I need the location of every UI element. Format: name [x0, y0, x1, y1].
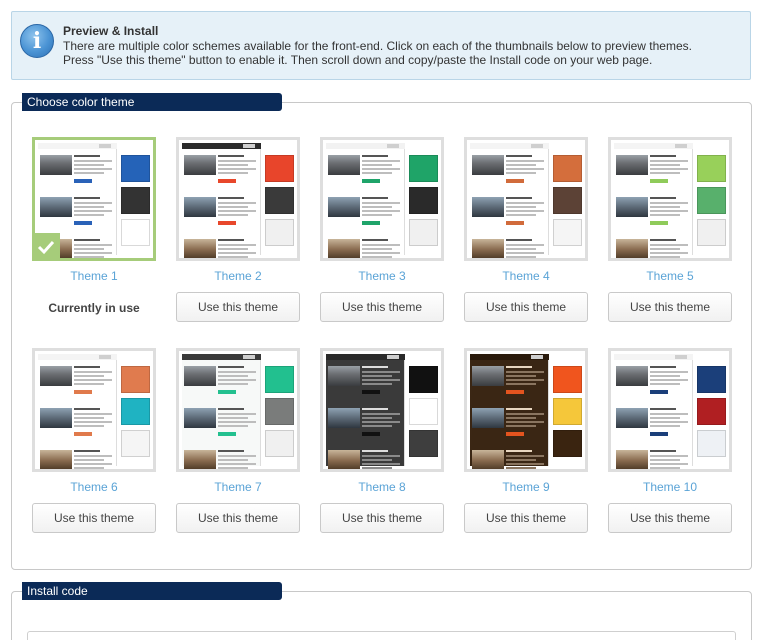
color-swatch — [265, 398, 294, 425]
use-theme-button-2[interactable]: Use this theme — [176, 292, 300, 322]
info-panel: i Preview & Install There are multiple c… — [11, 11, 751, 80]
info-title: Preview & Install — [63, 24, 159, 38]
theme-label[interactable]: Theme 3 — [320, 269, 444, 283]
theme-label[interactable]: Theme 2 — [176, 269, 300, 283]
theme-label[interactable]: Theme 8 — [320, 480, 444, 494]
color-swatches — [697, 366, 726, 462]
color-swatch — [409, 219, 438, 246]
color-swatch — [121, 155, 150, 182]
color-swatches — [409, 155, 438, 251]
color-swatch — [265, 430, 294, 457]
thumbnail-preview — [326, 143, 405, 258]
info-line-1: There are multiple color schemes availab… — [63, 39, 692, 53]
use-theme-button-9[interactable]: Use this theme — [464, 503, 588, 533]
color-swatches — [121, 155, 150, 251]
theme-thumbnail-6[interactable] — [32, 348, 156, 472]
color-swatch — [553, 219, 582, 246]
color-swatch — [409, 366, 438, 393]
use-theme-button-8[interactable]: Use this theme — [320, 503, 444, 533]
theme-thumbnail-10[interactable] — [608, 348, 732, 472]
color-swatches — [553, 155, 582, 251]
use-theme-button-6[interactable]: Use this theme — [32, 503, 156, 533]
theme-thumbnail-5[interactable] — [608, 137, 732, 261]
theme-thumbnail-9[interactable] — [464, 348, 588, 472]
currently-in-use-label: Currently in use — [48, 301, 140, 315]
color-swatch — [697, 219, 726, 246]
theme-card-8: Theme 8 Use this theme — [320, 348, 444, 533]
info-icon: i — [20, 24, 54, 58]
theme-label[interactable]: Theme 4 — [464, 269, 588, 283]
thumbnail-preview — [614, 143, 693, 258]
thumbnail-preview — [182, 354, 261, 469]
theme-card-3: Theme 3 Use this theme — [320, 137, 444, 322]
thumbnail-preview — [470, 354, 549, 469]
thumbnail-preview — [182, 143, 261, 258]
theme-thumbnail-4[interactable] — [464, 137, 588, 261]
theme-card-4: Theme 4 Use this theme — [464, 137, 588, 322]
theme-card-2: Theme 2 Use this theme — [176, 137, 300, 322]
thumbnail-preview — [38, 354, 117, 469]
use-theme-button-3[interactable]: Use this theme — [320, 292, 444, 322]
color-swatch — [121, 398, 150, 425]
use-theme-button-7[interactable]: Use this theme — [176, 503, 300, 533]
use-theme-button-5[interactable]: Use this theme — [608, 292, 732, 322]
color-swatch — [697, 398, 726, 425]
color-swatches — [265, 155, 294, 251]
color-swatch — [697, 430, 726, 457]
theme-thumbnail-7[interactable] — [176, 348, 300, 472]
color-swatch — [697, 366, 726, 393]
color-swatches — [409, 366, 438, 462]
color-swatch — [553, 155, 582, 182]
checkmark-icon — [35, 233, 60, 258]
color-swatch — [553, 430, 582, 457]
info-line-2: Press "Use this theme" button to enable … — [63, 53, 653, 67]
color-swatch — [409, 155, 438, 182]
color-swatch — [409, 187, 438, 214]
color-swatch — [409, 398, 438, 425]
thumbnail-preview — [326, 354, 405, 469]
theme-card-1: Theme 1 Currently in use — [32, 137, 156, 315]
color-swatch — [265, 155, 294, 182]
choose-theme-header: Choose color theme — [22, 93, 282, 111]
color-swatch — [265, 187, 294, 214]
install-code-header: Install code — [22, 582, 282, 600]
install-code-field[interactable] — [27, 631, 736, 640]
use-theme-button-10[interactable]: Use this theme — [608, 503, 732, 533]
theme-card-5: Theme 5 Use this theme — [608, 137, 732, 322]
color-swatch — [697, 187, 726, 214]
color-swatch — [553, 187, 582, 214]
theme-card-10: Theme 10 Use this theme — [608, 348, 732, 533]
thumbnail-preview — [614, 354, 693, 469]
theme-label[interactable]: Theme 1 — [32, 269, 156, 283]
color-swatch — [553, 398, 582, 425]
color-swatch — [265, 366, 294, 393]
use-theme-button-4[interactable]: Use this theme — [464, 292, 588, 322]
color-swatch — [121, 187, 150, 214]
theme-thumbnail-8[interactable] — [320, 348, 444, 472]
theme-label[interactable]: Theme 6 — [32, 480, 156, 494]
color-swatches — [697, 155, 726, 251]
theme-thumbnail-3[interactable] — [320, 137, 444, 261]
thumbnail-preview — [470, 143, 549, 258]
theme-label[interactable]: Theme 5 — [608, 269, 732, 283]
color-swatch — [121, 219, 150, 246]
theme-card-7: Theme 7 Use this theme — [176, 348, 300, 533]
theme-label[interactable]: Theme 9 — [464, 480, 588, 494]
color-swatches — [553, 366, 582, 462]
color-swatch — [121, 366, 150, 393]
theme-label[interactable]: Theme 7 — [176, 480, 300, 494]
color-swatch — [697, 155, 726, 182]
color-swatches — [265, 366, 294, 462]
color-swatches — [121, 366, 150, 462]
theme-card-9: Theme 9 Use this theme — [464, 348, 588, 533]
color-swatch — [121, 430, 150, 457]
info-description: There are multiple color schemes availab… — [63, 39, 743, 67]
theme-label[interactable]: Theme 10 — [608, 480, 732, 494]
color-swatch — [409, 430, 438, 457]
color-swatch — [265, 219, 294, 246]
theme-card-6: Theme 6 Use this theme — [32, 348, 156, 533]
theme-thumbnail-1[interactable] — [32, 137, 156, 261]
theme-thumbnail-2[interactable] — [176, 137, 300, 261]
color-swatch — [553, 366, 582, 393]
